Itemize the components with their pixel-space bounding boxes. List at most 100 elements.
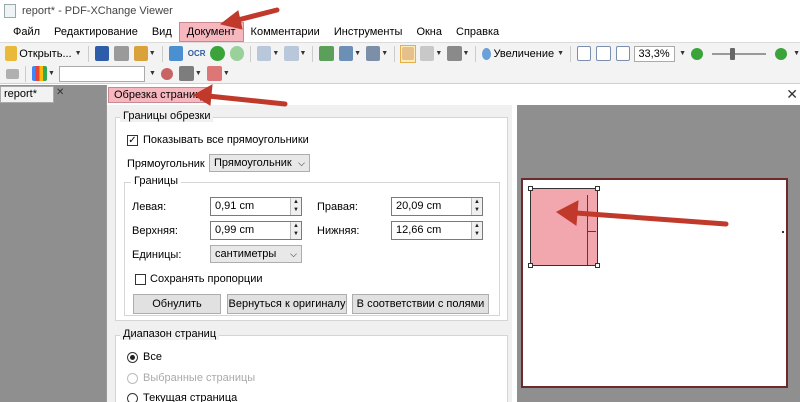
toolbar-divider bbox=[570, 45, 571, 62]
scan-button[interactable] bbox=[168, 45, 184, 63]
export-icon bbox=[338, 46, 354, 61]
gear-icon bbox=[178, 66, 194, 81]
folder-icon bbox=[5, 46, 18, 61]
fit-page-button[interactable] bbox=[595, 45, 611, 63]
search-button[interactable] bbox=[159, 65, 175, 83]
zoom-dropdown-icon[interactable]: ▼ bbox=[679, 50, 686, 57]
menu-windows[interactable]: Окна bbox=[409, 22, 449, 42]
chevron-down-icon: ▼ bbox=[354, 50, 362, 57]
zoom-slider-thumb[interactable] bbox=[730, 47, 736, 60]
open-button[interactable]: Открыть... ▼ bbox=[4, 45, 83, 63]
forward-icon bbox=[229, 46, 245, 61]
revert-original-button[interactable]: Вернуться к оригиналу bbox=[227, 294, 347, 314]
top-stepper[interactable]: ▲ ▼ bbox=[290, 222, 301, 239]
toolbar-divider bbox=[312, 45, 314, 62]
bottom-stepper[interactable]: ▲ ▼ bbox=[471, 222, 482, 239]
crop-handle-bottom-right[interactable] bbox=[595, 263, 600, 268]
hand-tool-button[interactable] bbox=[400, 44, 417, 63]
zoom-in-button[interactable] bbox=[773, 45, 789, 63]
stamp-button[interactable]: ▼ bbox=[206, 65, 231, 83]
units-select[interactable]: сантиметры ⌵ bbox=[210, 245, 302, 263]
menu-file[interactable]: Файл bbox=[6, 22, 47, 42]
print-button[interactable] bbox=[113, 45, 129, 63]
back-icon bbox=[210, 46, 225, 61]
menu-document[interactable]: Документ bbox=[178, 22, 244, 42]
crop-handle-bottom-left[interactable] bbox=[528, 263, 533, 268]
right-stepper[interactable]: ▲ ▼ bbox=[471, 198, 482, 215]
range-all-radio[interactable] bbox=[127, 352, 138, 363]
google-icon bbox=[32, 66, 47, 81]
chevron-down-icon: ▼ bbox=[194, 70, 202, 77]
actual-size-button[interactable] bbox=[576, 45, 592, 63]
main-toolbar: Открыть... ▼ ▼ OCR ▼ ▼ ▼ ▼ ▼ ▼ Увеличени… bbox=[0, 42, 800, 64]
toolbar-divider bbox=[161, 45, 163, 62]
options-button[interactable]: ▼ bbox=[178, 65, 203, 83]
zoom-tool-button[interactable]: Увеличение ▼ bbox=[481, 45, 565, 63]
range-all-label: Все bbox=[143, 351, 162, 363]
range-current-label: Текущая страница bbox=[143, 392, 238, 402]
camera-icon bbox=[447, 46, 462, 61]
plus-icon bbox=[775, 47, 788, 60]
menu-edit[interactable]: Редактирование bbox=[47, 22, 145, 42]
layout-button[interactable]: ▼ bbox=[365, 45, 389, 63]
range-selected-radio[interactable] bbox=[127, 373, 138, 384]
ocr-button[interactable]: OCR bbox=[187, 45, 206, 63]
menu-comments[interactable]: Комментарии bbox=[244, 22, 327, 42]
page-marker bbox=[782, 231, 784, 233]
left-input[interactable]: 0,91 cm ▲ ▼ bbox=[210, 197, 302, 216]
save-button[interactable] bbox=[94, 45, 110, 63]
back-button[interactable] bbox=[209, 45, 225, 63]
redo-icon bbox=[284, 46, 299, 61]
document-tab[interactable]: report* bbox=[0, 86, 54, 103]
menu-help[interactable]: Справка bbox=[449, 22, 506, 42]
menu-view[interactable]: Вид bbox=[145, 22, 179, 42]
search-engine-button[interactable]: ▼ bbox=[31, 65, 56, 83]
search-icon bbox=[160, 67, 173, 80]
menu-tools[interactable]: Инструменты bbox=[327, 22, 410, 42]
right-input[interactable]: 20,09 cm ▲ ▼ bbox=[391, 197, 483, 216]
zoom-slider[interactable] bbox=[712, 47, 767, 60]
left-stepper[interactable]: ▲ ▼ bbox=[290, 198, 301, 215]
zoom-level-input[interactable]: 33,3% bbox=[634, 45, 676, 62]
redo-button[interactable]: ▼ bbox=[283, 45, 307, 63]
keep-ratio-checkbox[interactable] bbox=[135, 274, 146, 285]
reset-button[interactable]: Обнулить bbox=[133, 294, 221, 314]
units-label: Единицы: bbox=[132, 249, 182, 261]
bottom-label: Нижняя: bbox=[317, 225, 360, 237]
menu-bar: Файл Редактирование Вид Документ Коммент… bbox=[0, 22, 800, 42]
web-search-input[interactable] bbox=[58, 65, 145, 82]
crop-handle-top-right[interactable] bbox=[595, 186, 600, 191]
chevron-down-icon: ▼ bbox=[299, 50, 307, 57]
fit-margins-button[interactable]: В соответствии с полями bbox=[352, 294, 489, 314]
crop-settings-panel: Границы обрезки ✓ Показывать все прямоуг… bbox=[107, 105, 512, 402]
page-add-button[interactable] bbox=[318, 45, 334, 63]
zoom-out-button[interactable] bbox=[689, 45, 705, 63]
layout-icon bbox=[366, 46, 381, 61]
fit-width-button[interactable] bbox=[615, 45, 631, 63]
snapshot-button[interactable]: ▼ bbox=[446, 45, 470, 63]
units-value: сантиметры bbox=[215, 248, 277, 260]
close-icon[interactable]: ✕ bbox=[786, 87, 798, 101]
crop-bounds-group: Границы обрезки ✓ Показывать все прямоуг… bbox=[115, 110, 508, 321]
export-button[interactable]: ▼ bbox=[338, 45, 362, 63]
undo-button[interactable]: ▼ bbox=[256, 45, 280, 63]
link-button[interactable] bbox=[4, 65, 20, 83]
rect-select[interactable]: Прямоугольник ⌵ bbox=[209, 154, 310, 172]
save-icon bbox=[94, 46, 110, 61]
hand-icon bbox=[402, 47, 415, 60]
fit-width-icon bbox=[615, 46, 631, 61]
crop-handle-top-left[interactable] bbox=[528, 186, 533, 191]
select-tool-button[interactable]: ▼ bbox=[419, 45, 443, 63]
chevron-down-icon[interactable]: ▼ bbox=[149, 70, 156, 77]
top-input[interactable]: 0,99 cm ▲ ▼ bbox=[210, 221, 302, 240]
show-all-rects-checkbox[interactable]: ✓ bbox=[127, 135, 138, 146]
email-button[interactable]: ▼ bbox=[133, 45, 157, 63]
keep-ratio-label: Сохранять пропорции bbox=[150, 273, 263, 285]
bottom-input[interactable]: 12,66 cm ▲ ▼ bbox=[391, 221, 483, 240]
range-current-radio[interactable] bbox=[127, 393, 138, 402]
close-tab-icon[interactable]: ✕ bbox=[56, 87, 68, 101]
forward-button[interactable] bbox=[229, 45, 245, 63]
chevron-down-icon: ▼ bbox=[148, 50, 156, 57]
right-value: 20,09 cm bbox=[396, 200, 442, 212]
chevron-down-icon: ▼ bbox=[381, 50, 389, 57]
